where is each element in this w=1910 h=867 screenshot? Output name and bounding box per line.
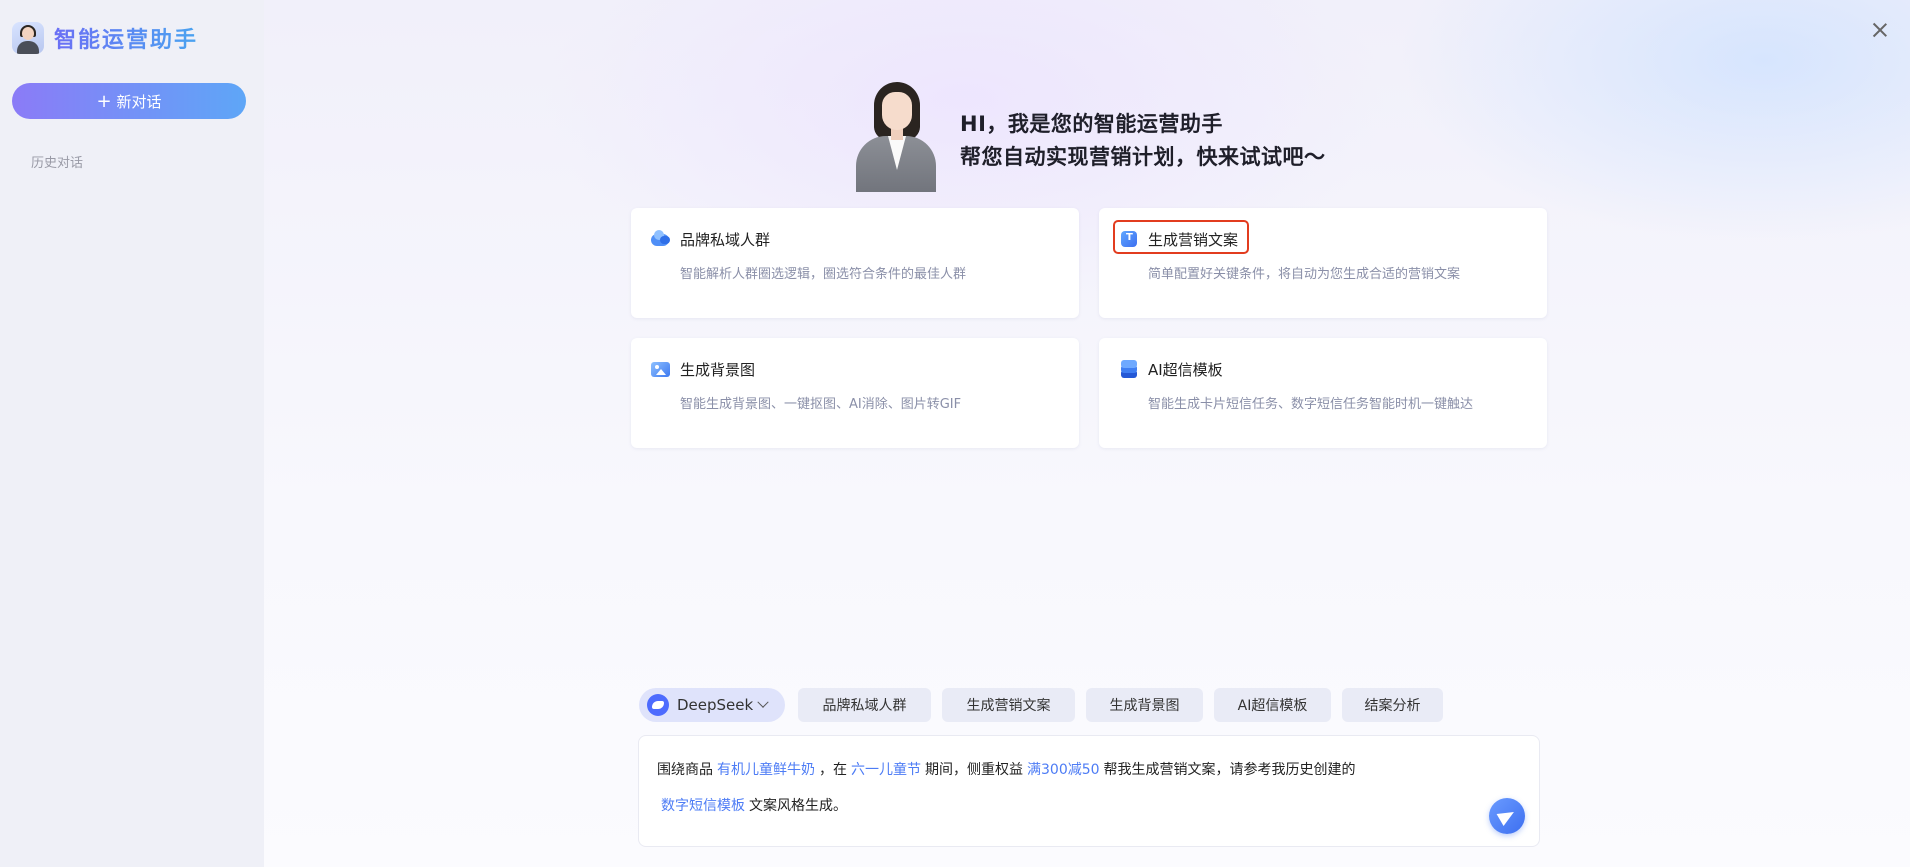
hero-line-2: 帮您自动实现营销计划，快来试试吧～	[960, 145, 1326, 169]
card-background-image[interactable]: 生成背景图 智能生成背景图、一键抠图、AI消除、图片转GIF	[631, 338, 1079, 448]
new-chat-button[interactable]: + 新对话	[12, 83, 246, 119]
send-icon	[1496, 805, 1518, 827]
document-icon: T	[1119, 230, 1139, 248]
card-ai-sms-template[interactable]: AI超信模板 智能生成卡片短信任务、数字短信任务智能时机一键触达	[1099, 338, 1547, 448]
hero-line-1: HI，我是您的智能运营助手	[960, 112, 1223, 136]
card-title: AI超信模板	[1148, 361, 1223, 379]
prompt-text-segment: 围绕商品	[657, 762, 713, 778]
layers-icon	[1119, 360, 1139, 378]
card-marketing-copy[interactable]: T 生成营销文案 简单配置好关键条件，将自动为您生成合适的营销文案	[1099, 208, 1547, 318]
prompt-text-segment: 期间，侧重权益	[925, 762, 1023, 778]
hero-greeting: HI，我是您的智能运营助手 帮您自动实现营销计划，快来试试吧～	[960, 108, 1326, 174]
card-description: 智能生成卡片短信任务、数字短信任务智能时机一键触达	[1148, 397, 1474, 412]
quick-tag-brand-audience[interactable]: 品牌私域人群	[798, 688, 931, 722]
cloud-icon	[651, 230, 671, 248]
close-icon[interactable]	[1868, 18, 1892, 42]
card-title: 生成营销文案	[1148, 231, 1239, 249]
chevron-down-icon	[757, 696, 769, 708]
prompt-text-segment: 文案风格生成。	[749, 798, 847, 814]
prompt-variable-template[interactable]: 数字短信模板	[657, 798, 749, 814]
card-title: 品牌私域人群	[680, 231, 771, 249]
new-chat-label: 新对话	[116, 92, 162, 111]
card-description: 简单配置好关键条件，将自动为您生成合适的营销文案	[1148, 267, 1461, 282]
prompt-variable-holiday[interactable]: 六一儿童节	[847, 762, 925, 778]
quick-tag-case-analysis[interactable]: 结案分析	[1342, 688, 1443, 722]
card-brand-audience[interactable]: 品牌私域人群 智能解析人群圈选逻辑，圈选符合条件的最佳人群	[631, 208, 1079, 318]
card-title: 生成背景图	[680, 361, 756, 379]
card-description: 智能解析人群圈选逻辑，圈选符合条件的最佳人群	[680, 267, 967, 282]
assistant-avatar	[12, 22, 44, 54]
prompt-input[interactable]: 围绕商品 有机儿童鲜牛奶 ，在 六一儿童节 期间，侧重权益 满300减50 帮我生成营销文案…	[638, 735, 1540, 847]
prompt-variable-benefit[interactable]: 满300减50	[1023, 762, 1104, 778]
prompt-variable-product[interactable]: 有机儿童鲜牛奶	[713, 762, 819, 778]
prompt-text-segment: ，在	[819, 762, 847, 778]
brand-title: 智能运营助手	[54, 22, 198, 54]
model-selector[interactable]: DeepSeek	[639, 688, 785, 722]
deepseek-icon	[647, 694, 669, 716]
model-name: DeepSeek	[677, 696, 754, 714]
image-icon	[651, 360, 671, 378]
send-button[interactable]	[1489, 798, 1525, 834]
quick-tag-marketing-copy[interactable]: 生成营销文案	[942, 688, 1075, 722]
plus-icon: +	[96, 90, 112, 112]
quick-tag-ai-sms-template[interactable]: AI超信模板	[1214, 688, 1331, 722]
prompt-text-segment: 帮我生成营销文案，请参考我历史创建的	[1103, 762, 1356, 778]
history-label: 历史对话	[31, 156, 84, 171]
quick-tag-background-image[interactable]: 生成背景图	[1086, 688, 1203, 722]
assistant-illustration	[846, 80, 942, 192]
prompt-text: 围绕商品 有机儿童鲜牛奶 ，在 六一儿童节 期间，侧重权益 满300减50 帮我生成营销文案…	[657, 752, 1477, 824]
brand: 智能运营助手	[12, 22, 198, 54]
sidebar: 智能运营助手 + 新对话 历史对话	[0, 0, 264, 867]
card-description: 智能生成背景图、一键抠图、AI消除、图片转GIF	[680, 397, 962, 412]
